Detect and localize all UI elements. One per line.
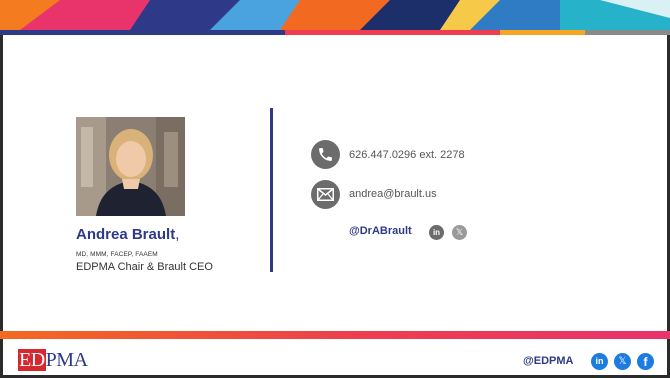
vertical-divider	[270, 108, 273, 272]
bottom-accent-stripe	[0, 331, 670, 339]
profile-photo	[76, 117, 185, 216]
footer-handle[interactable]: @EDPMA	[523, 355, 573, 367]
edpma-logo: EDPMA	[18, 349, 88, 372]
person-credentials: MD, MMM, FACEP, FAAEM	[76, 251, 158, 258]
logo-ed-text: ED	[18, 349, 46, 371]
person-name-suffix: ,	[175, 226, 180, 243]
footer-linkedin-icon[interactable]: in	[591, 353, 608, 370]
x-icon[interactable]: 𝕏	[452, 225, 467, 240]
person-name-text: Andrea Brault	[76, 226, 176, 243]
person-title: EDPMA Chair & Brault CEO	[76, 261, 213, 273]
email-address[interactable]: andrea@brault.us	[349, 188, 437, 200]
top-banner	[0, 0, 670, 30]
email-icon	[311, 180, 340, 209]
phone-icon	[311, 140, 340, 169]
footer-x-icon[interactable]: 𝕏	[614, 353, 631, 370]
phone-number[interactable]: 626.447.0296 ext. 2278	[349, 149, 465, 161]
footer-facebook-icon[interactable]: f	[637, 353, 654, 370]
personal-handle[interactable]: @DrABrault	[349, 225, 412, 237]
person-name: Andrea Brault,	[76, 226, 179, 243]
logo-pma-text: PMA	[45, 349, 88, 371]
top-accent-stripe	[0, 30, 670, 35]
banner-graphic	[0, 0, 670, 30]
linkedin-icon[interactable]: in	[429, 225, 444, 240]
